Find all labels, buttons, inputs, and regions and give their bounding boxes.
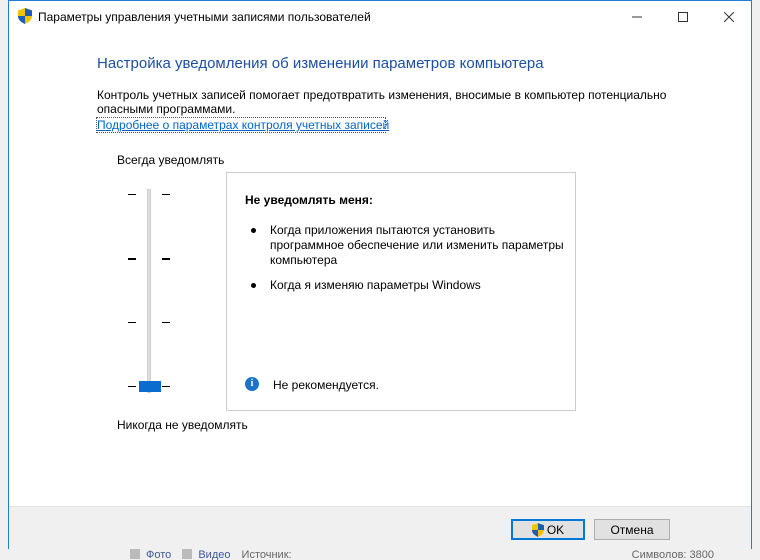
- ok-button-label: OK: [546, 522, 565, 537]
- list-item: Когда приложения пытаются установить про…: [245, 223, 565, 268]
- slider-tick-left: [128, 386, 136, 387]
- info-icon: i: [245, 377, 259, 391]
- page-heading: Настройка уведомления об изменении парам…: [97, 55, 544, 72]
- maximize-icon: [678, 11, 688, 22]
- list-item: Когда я изменяю параметры Windows: [245, 278, 565, 293]
- video-icon: [182, 549, 193, 559]
- description-text: Контроль учетных записей помогает предот…: [97, 88, 667, 116]
- info-panel-title: Не уведомлять меня:: [245, 193, 373, 207]
- background-video-link[interactable]: Видео: [198, 549, 230, 560]
- close-button[interactable]: [706, 1, 752, 32]
- slider-tick-left: [128, 322, 136, 323]
- level-info-panel: Не уведомлять меня: Когда приложения пыт…: [226, 172, 576, 411]
- slider-tick-right: [162, 386, 170, 387]
- uac-dialog: Параметры управления учетными записями п…: [8, 0, 752, 549]
- focus-rectangle: [96, 117, 386, 133]
- slider-track[interactable]: [147, 189, 151, 393]
- bullet-text: Когда приложения пытаются установить про…: [270, 223, 564, 267]
- minimize-icon: [632, 16, 642, 17]
- photo-icon: [130, 549, 140, 559]
- ok-button[interactable]: OK: [511, 519, 585, 540]
- uac-shield-icon: [18, 8, 32, 24]
- minimize-button[interactable]: [614, 1, 660, 32]
- bullet-icon: [251, 283, 256, 288]
- window-title: Параметры управления учетными записями п…: [38, 10, 371, 24]
- slider-tick-right: [162, 258, 170, 260]
- slider-top-label: Всегда уведомлять: [117, 153, 225, 167]
- dialog-footer: OK Отмена: [9, 506, 751, 549]
- slider-bottom-label: Никогда не уведомлять: [117, 418, 248, 432]
- cancel-button[interactable]: Отмена: [594, 519, 670, 540]
- background-photo-link[interactable]: Фото: [146, 549, 171, 560]
- slider-tick-left: [128, 194, 136, 195]
- info-bullet-list: Когда приложения пытаются установить про…: [245, 223, 565, 303]
- slider-thumb[interactable]: [139, 381, 161, 392]
- background-source-label: Источник:: [241, 549, 292, 560]
- recommendation-note: Не рекомендуется.: [273, 378, 379, 392]
- background-char-count: Символов: 3800: [631, 549, 714, 560]
- uac-shield-icon: [531, 522, 544, 537]
- maximize-button[interactable]: [660, 1, 706, 32]
- bullet-text: Когда я изменяю параметры Windows: [270, 278, 481, 292]
- slider-tick-right: [162, 322, 170, 323]
- slider-tick-right: [162, 194, 170, 195]
- close-icon: [724, 11, 734, 22]
- slider-tick-left: [128, 258, 136, 260]
- title-bar[interactable]: Параметры управления учетными записями п…: [9, 1, 751, 32]
- bullet-icon: [251, 228, 256, 233]
